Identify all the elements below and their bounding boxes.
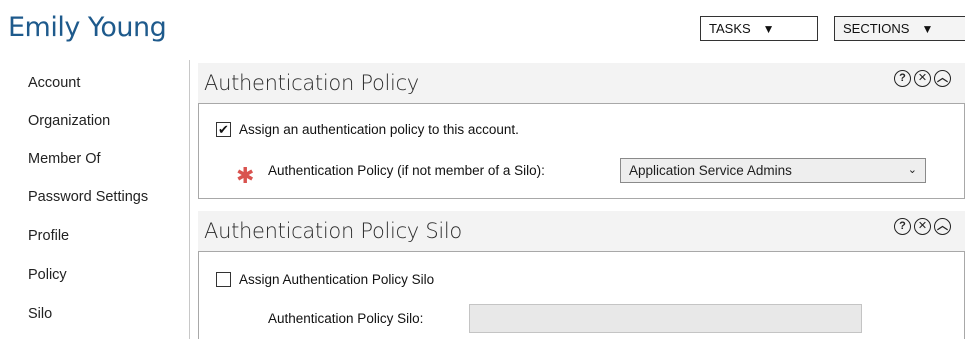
nav-item-silo[interactable]: Silo <box>28 306 52 322</box>
nav-item-member-of[interactable]: Member Of <box>28 151 101 167</box>
auth-silo-controls: ? ✕ ︿ <box>894 218 951 235</box>
nav-item-password-settings[interactable]: Password Settings <box>28 189 148 205</box>
page-title: Emily Young <box>8 12 167 43</box>
assign-auth-policy-row: ✔ Assign an authentication policy to thi… <box>216 122 519 137</box>
auth-policy-panel <box>198 103 965 199</box>
sections-label: SECTIONS <box>843 21 910 36</box>
auth-silo-field-label: Authentication Policy Silo: <box>268 311 424 326</box>
auth-policy-title: Authentication Policy <box>204 71 419 95</box>
assign-auth-policy-label: Assign an authentication policy to this … <box>239 122 519 137</box>
collapse-icon[interactable]: ︿ <box>934 218 951 235</box>
auth-silo-input[interactable] <box>469 304 862 333</box>
collapse-icon[interactable]: ︿ <box>934 70 951 87</box>
assign-silo-label: Assign Authentication Policy Silo <box>239 272 435 287</box>
auth-policy-field-label: Authentication Policy (if not member of … <box>268 163 545 178</box>
auth-policy-select[interactable]: Application Service Admins ⌄ <box>620 158 926 183</box>
auth-policy-controls: ? ✕ ︿ <box>894 70 951 87</box>
nav-item-profile[interactable]: Profile <box>28 228 69 244</box>
help-icon[interactable]: ? <box>894 218 911 235</box>
assign-silo-row: Assign Authentication Policy Silo <box>216 272 434 287</box>
assign-auth-policy-checkbox[interactable]: ✔ <box>216 122 231 137</box>
nav-item-policy[interactable]: Policy <box>28 267 67 283</box>
nav-item-account[interactable]: Account <box>28 75 80 91</box>
auth-silo-title: Authentication Policy Silo <box>204 219 462 243</box>
close-icon[interactable]: ✕ <box>914 70 931 87</box>
tasks-button[interactable]: TASKS ▼ <box>700 16 818 41</box>
auth-policy-selected-value: Application Service Admins <box>629 163 792 178</box>
nav-item-organization[interactable]: Organization <box>28 113 110 129</box>
sections-button[interactable]: SECTIONS ▼ <box>834 16 965 41</box>
chevron-down-icon: ⌄ <box>907 164 917 176</box>
asterisk-icon: ✱ <box>236 163 255 188</box>
close-icon[interactable]: ✕ <box>914 218 931 235</box>
assign-silo-checkbox[interactable] <box>216 272 231 287</box>
help-icon[interactable]: ? <box>894 70 911 87</box>
triangle-down-icon: ▼ <box>921 21 934 36</box>
section-nav: Account Organization Member Of Password … <box>0 60 190 339</box>
auth-policy-header: Authentication Policy ? ✕ ︿ <box>198 63 965 103</box>
auth-silo-header: Authentication Policy Silo ? ✕ ︿ <box>198 211 965 251</box>
tasks-label: TASKS <box>709 21 751 36</box>
triangle-down-icon: ▼ <box>762 21 775 36</box>
